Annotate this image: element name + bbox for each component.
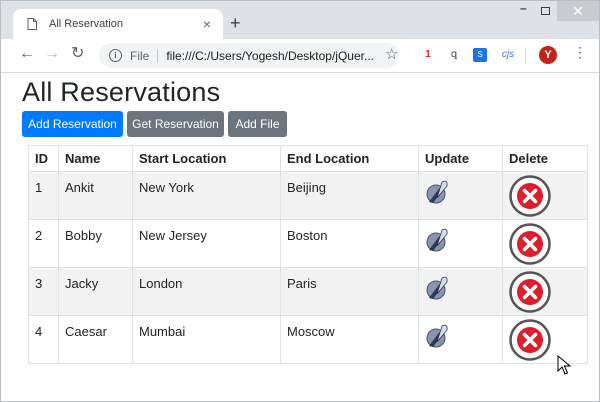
cell-end-location: Boston: [280, 219, 419, 268]
table-row: 4 Caesar Mumbai Moscow: [28, 315, 588, 364]
address-bar[interactable]: i File file:///C:/Users/Yogesh/Desktop/j…: [99, 43, 399, 68]
delete-circle-icon[interactable]: [509, 223, 551, 265]
cell-end-location: Paris: [280, 267, 419, 316]
feather-pen-icon[interactable]: [425, 322, 449, 350]
feather-pen-icon[interactable]: [425, 178, 449, 206]
url-scheme: File: [130, 48, 159, 63]
extension-icon[interactable]: S: [473, 48, 487, 62]
add-file-button[interactable]: Add File: [228, 111, 287, 137]
cell-id: 3: [28, 267, 59, 316]
table-row: 1 Ankit New York Beijing: [28, 171, 588, 220]
tab-close-icon[interactable]: ×: [203, 17, 211, 31]
reload-icon[interactable]: ↻: [71, 46, 84, 62]
cell-update: [418, 171, 503, 220]
delete-circle-icon[interactable]: [509, 271, 551, 313]
header-id: ID: [28, 145, 59, 172]
maximize-button[interactable]: [541, 7, 550, 15]
url-text[interactable]: file:///C:/Users/Yogesh/Desktop/jQuer...: [166, 49, 374, 63]
cell-start-location: London: [132, 267, 281, 316]
header-name: Name: [58, 145, 133, 172]
profile-avatar[interactable]: Y: [539, 46, 557, 64]
back-arrow-icon[interactable]: ←: [19, 46, 35, 62]
cell-delete: [502, 219, 588, 268]
cell-start-location: New York: [132, 171, 281, 220]
header-end-location: End Location: [280, 145, 419, 172]
page-content: All Reservations Add Reservation Get Res…: [1, 73, 599, 401]
table-row: 3 Jacky London Paris: [28, 267, 588, 316]
document-icon: [27, 18, 37, 30]
tab-all-reservation[interactable]: All Reservation ×: [13, 9, 223, 39]
extension-icon[interactable]: cjs: [499, 48, 517, 62]
cell-id: 2: [28, 219, 59, 268]
more-menu-icon[interactable]: ⋮: [573, 45, 587, 59]
cell-delete: [502, 267, 588, 316]
browser-toolbar: ← → ↻ i File file:///C:/Users/Yogesh/Des…: [1, 39, 599, 73]
close-window-button[interactable]: ✕: [557, 1, 599, 21]
browser-window: All Reservation × + – ✕ ← → ↻ i File fil…: [0, 0, 600, 402]
header-update: Update: [418, 145, 503, 172]
cell-start-location: New Jersey: [132, 219, 281, 268]
cell-end-location: Beijing: [280, 171, 419, 220]
delete-circle-icon[interactable]: [509, 319, 551, 361]
toolbar-divider: [525, 48, 526, 64]
bookmark-star-icon[interactable]: ☆: [385, 47, 398, 62]
feather-pen-icon[interactable]: [425, 226, 449, 254]
mouse-cursor-icon: [557, 355, 571, 375]
cell-delete: [502, 315, 588, 364]
info-icon[interactable]: i: [109, 49, 122, 62]
cell-start-location: Mumbai: [132, 315, 281, 364]
cell-name: Ankit: [58, 171, 133, 220]
reservations-table: ID Name Start Location End Location Upda…: [28, 145, 588, 364]
delete-circle-icon[interactable]: [509, 175, 551, 217]
get-reservation-button[interactable]: Get Reservation: [127, 111, 224, 137]
table-header-row: ID Name Start Location End Location Upda…: [28, 145, 588, 172]
minimize-button[interactable]: –: [520, 2, 527, 14]
cell-delete: [502, 171, 588, 220]
tab-strip: All Reservation × + – ✕: [1, 1, 599, 39]
new-tab-button[interactable]: +: [230, 14, 241, 32]
table-row: 2 Bobby New Jersey Boston: [28, 219, 588, 268]
feather-pen-icon[interactable]: [425, 274, 449, 302]
cell-name: Jacky: [58, 267, 133, 316]
cell-name: Caesar: [58, 315, 133, 364]
cell-name: Bobby: [58, 219, 133, 268]
header-delete: Delete: [502, 145, 588, 172]
page-title: All Reservations: [22, 77, 221, 107]
cell-id: 1: [28, 171, 59, 220]
extension-icon[interactable]: 1: [421, 48, 435, 62]
cell-update: [418, 219, 503, 268]
add-reservation-button[interactable]: Add Reservation: [22, 111, 123, 137]
cell-id: 4: [28, 315, 59, 364]
cell-end-location: Moscow: [280, 315, 419, 364]
header-start-location: Start Location: [132, 145, 281, 172]
forward-arrow-icon[interactable]: →: [44, 46, 60, 62]
extension-icon[interactable]: ꝗ: [447, 48, 461, 62]
tab-title: All Reservation: [49, 18, 123, 30]
cell-update: [418, 315, 503, 364]
cell-update: [418, 267, 503, 316]
